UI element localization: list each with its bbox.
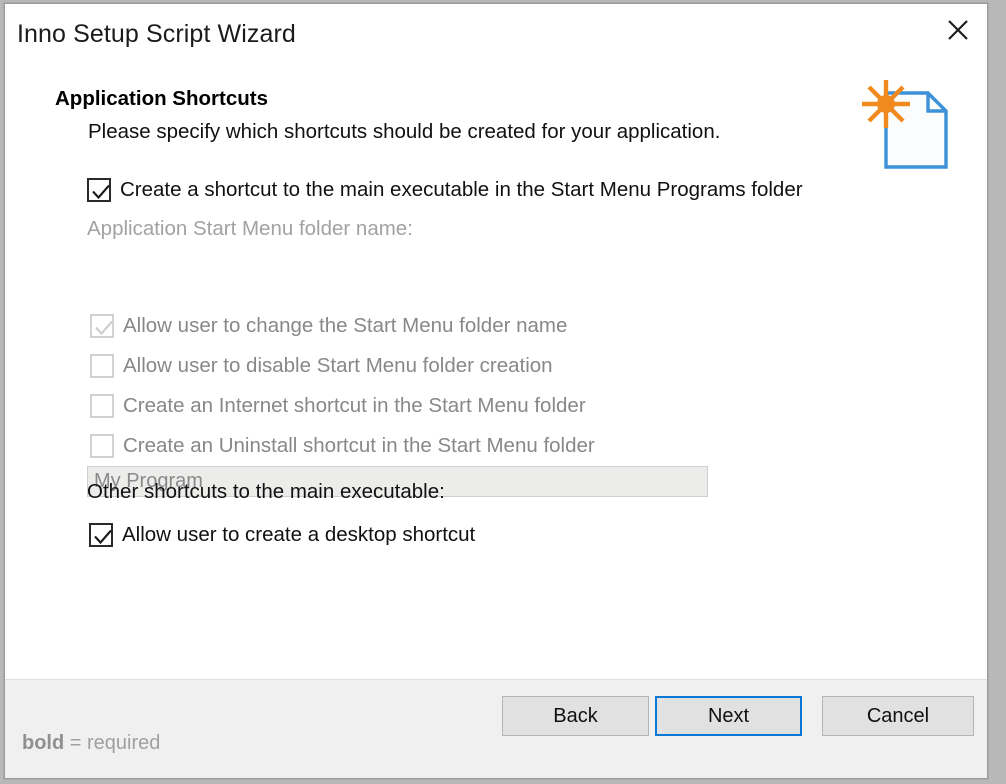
checkbox-row-start-menu-shortcut[interactable]: Create a shortcut to the main executable… bbox=[87, 178, 803, 202]
required-legend-rest: = required bbox=[64, 732, 161, 754]
wizard-window: Inno Setup Script Wizard Application Sho… bbox=[4, 3, 988, 779]
checkbox-row-desktop-shortcut[interactable]: Allow user to create a desktop shortcut bbox=[89, 523, 475, 547]
checkbox-label-allow-change-folder-name: Allow user to change the Start Menu fold… bbox=[123, 314, 568, 337]
checkbox-allow-change-folder-name[interactable] bbox=[90, 314, 114, 338]
checkbox-label-start-menu-shortcut: Create a shortcut to the main executable… bbox=[120, 178, 803, 201]
window-title: Inno Setup Script Wizard bbox=[17, 20, 296, 48]
form-area: Create a shortcut to the main executable… bbox=[5, 178, 987, 680]
checkbox-row-allow-change-folder-name[interactable]: Allow user to change the Start Menu fold… bbox=[90, 314, 567, 338]
checkbox-desktop-shortcut[interactable] bbox=[89, 523, 113, 547]
checkbox-row-allow-disable-folder-creation[interactable]: Allow user to disable Start Menu folder … bbox=[90, 354, 553, 378]
checkbox-allow-disable-folder-creation[interactable] bbox=[90, 354, 114, 378]
page-title: Application Shortcuts bbox=[55, 87, 268, 110]
checkbox-uninstall-shortcut[interactable] bbox=[90, 434, 114, 458]
close-button[interactable] bbox=[933, 8, 983, 52]
checkbox-row-internet-shortcut[interactable]: Create an Internet shortcut in the Start… bbox=[90, 394, 586, 418]
other-shortcuts-label: Other shortcuts to the main executable: bbox=[87, 480, 445, 503]
cancel-button[interactable]: Cancel bbox=[822, 696, 974, 736]
close-icon bbox=[945, 17, 971, 43]
checkbox-internet-shortcut[interactable] bbox=[90, 394, 114, 418]
page-subtitle: Please specify which shortcuts should be… bbox=[88, 120, 721, 143]
required-legend: bold = required bbox=[22, 732, 160, 755]
checkbox-label-allow-disable-folder-creation: Allow user to disable Start Menu folder … bbox=[123, 354, 553, 377]
checkbox-start-menu-shortcut[interactable] bbox=[87, 178, 111, 202]
checkbox-row-uninstall-shortcut[interactable]: Create an Uninstall shortcut in the Star… bbox=[90, 434, 595, 458]
required-legend-bold: bold bbox=[22, 732, 65, 754]
folder-name-label: Application Start Menu folder name: bbox=[87, 217, 413, 240]
title-bar: Inno Setup Script Wizard bbox=[5, 4, 987, 66]
checkbox-label-desktop-shortcut: Allow user to create a desktop shortcut bbox=[122, 523, 476, 546]
document-sparkle-icon bbox=[850, 71, 960, 176]
next-button[interactable]: Next bbox=[655, 696, 802, 736]
back-button[interactable]: Back bbox=[502, 696, 649, 736]
checkbox-label-uninstall-shortcut: Create an Uninstall shortcut in the Star… bbox=[123, 434, 595, 457]
page-header: Application Shortcuts Please specify whi… bbox=[5, 66, 987, 178]
checkbox-label-internet-shortcut: Create an Internet shortcut in the Start… bbox=[123, 394, 586, 417]
footer-bar: bold = required Back Next Cancel bbox=[5, 679, 987, 778]
